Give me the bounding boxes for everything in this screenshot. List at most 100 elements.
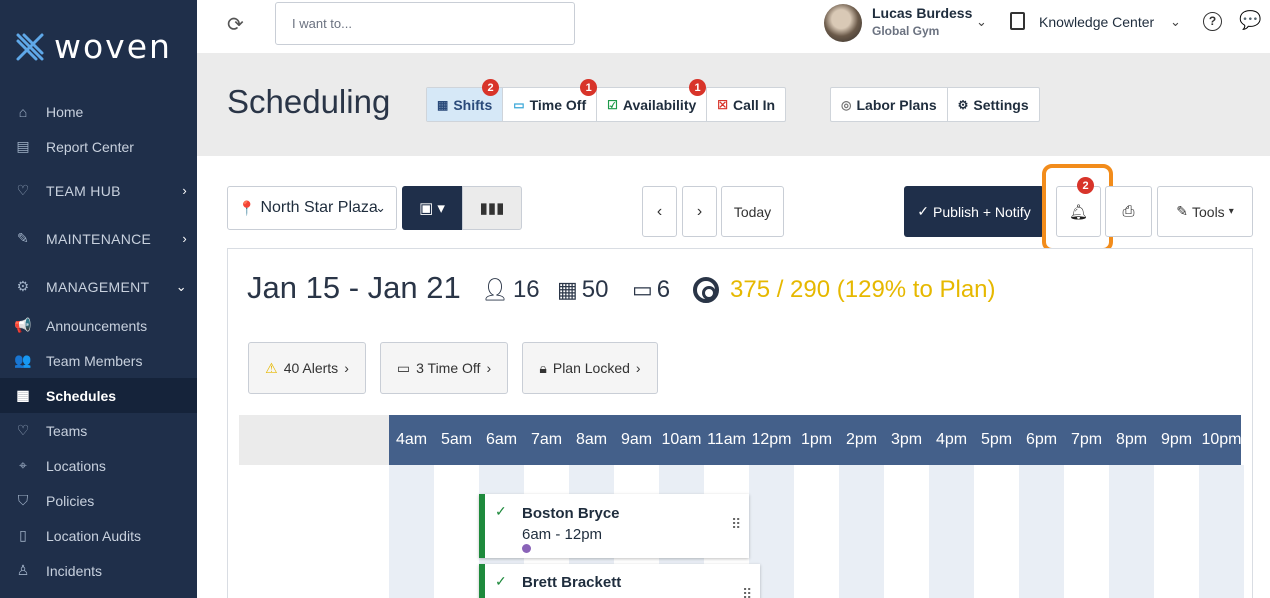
hour-label: 10am bbox=[661, 431, 702, 448]
sidebar-item-team-hub[interactable]: ♡ TEAM HUB › bbox=[0, 173, 197, 208]
heart-icon: ♡ bbox=[16, 422, 30, 438]
chevron-down-icon: ⌄ bbox=[175, 278, 187, 294]
help-icon[interactable]: ? bbox=[1203, 12, 1222, 31]
hour-column bbox=[1199, 465, 1244, 598]
calendar-check-icon: ☑ bbox=[607, 97, 618, 112]
location-select[interactable]: 📍 North Star Plaza ⌄ bbox=[227, 186, 397, 230]
today-button[interactable]: Today bbox=[721, 186, 784, 237]
check-icon: ✓ bbox=[495, 503, 507, 519]
calendar-view-button[interactable]: ▣ ▾ bbox=[402, 186, 462, 230]
person-alert-icon: ♙ bbox=[16, 562, 30, 578]
sidebar-item-teams[interactable]: ♡ Teams bbox=[0, 413, 197, 448]
day-count-value: 6 bbox=[656, 276, 671, 303]
notifications-button[interactable]: 🔔︎ bbox=[1056, 186, 1101, 237]
drag-handle-icon[interactable]: ⠿ bbox=[731, 517, 741, 531]
tab-availability[interactable]: ☑ Availability 1 bbox=[597, 79, 708, 121]
next-week-button[interactable]: › bbox=[682, 186, 717, 237]
bell-icon: 🔔︎ bbox=[1068, 203, 1089, 221]
time-off-badge: 1 bbox=[580, 79, 598, 96]
chevron-right-icon: › bbox=[696, 202, 703, 220]
shield-icon: ⛉ bbox=[17, 492, 29, 508]
sidebar-item-maintenance[interactable]: ✎ MAINTENANCE › bbox=[0, 221, 197, 256]
hour-label: 7am bbox=[530, 431, 563, 448]
calendar-icon: ▭ bbox=[632, 277, 653, 302]
sidebar-item-policies[interactable]: ⛉ Policies bbox=[0, 483, 197, 518]
publish-label: Publish + Notify bbox=[933, 203, 1031, 220]
chevron-right-icon: › bbox=[635, 360, 641, 376]
search-input[interactable] bbox=[275, 2, 575, 45]
plan-locked-chip[interactable]: 🔒︎ Plan Locked › bbox=[522, 342, 658, 394]
hour-label: 6pm bbox=[1025, 431, 1058, 448]
hour-label: 11am bbox=[707, 431, 746, 448]
calendar-x-icon: ☒ bbox=[717, 97, 729, 112]
knowledge-center-link[interactable]: Knowledge Center bbox=[1039, 14, 1154, 30]
settings-tabs: ◎ Labor Plans ⚙ Settings bbox=[830, 87, 1040, 122]
tab-label: Time Off bbox=[529, 96, 587, 113]
chat-icon[interactable]: 💬 bbox=[1239, 10, 1261, 31]
sidebar-item-management[interactable]: ⚙ MANAGEMENT ⌄ bbox=[0, 269, 197, 304]
tools-button[interactable]: ✎ Tools ▾ bbox=[1157, 186, 1253, 237]
target-icon: ◎ bbox=[841, 97, 852, 112]
sidebar-item-announcements[interactable]: 📢 Announcements bbox=[0, 308, 197, 343]
hour-column bbox=[1154, 465, 1199, 598]
tab-settings[interactable]: ⚙ Settings bbox=[948, 88, 1039, 121]
target-icon bbox=[693, 277, 719, 303]
sidebar-item-location-audits[interactable]: ▯ Location Audits bbox=[0, 518, 197, 553]
sidebar-item-home[interactable]: ⌂ Home bbox=[0, 94, 197, 129]
shift-card[interactable]: ✓ Boston Bryce 6am - 12pm ⠿ bbox=[479, 494, 749, 558]
drag-handle-icon[interactable]: ⠿ bbox=[742, 587, 752, 598]
refresh-icon[interactable]: ⟳ bbox=[227, 12, 244, 37]
user-name[interactable]: Lucas Burdess bbox=[872, 5, 972, 21]
sidebar-item-locations[interactable]: ⌖ Locations bbox=[0, 448, 197, 483]
publish-notify-button[interactable]: ✓ Publish + Notify bbox=[904, 186, 1044, 237]
shift-card[interactable]: ✓ Brett Brackett ⠿ bbox=[479, 564, 760, 598]
hour-label: 9pm bbox=[1160, 431, 1193, 448]
tab-time-off[interactable]: ▭ Time Off 1 bbox=[503, 79, 598, 121]
woven-logo[interactable]: woven bbox=[14, 27, 172, 66]
plan-summary[interactable]: 375 / 290 (129% to Plan) bbox=[730, 276, 996, 304]
sidebar-item-label: Location Audits bbox=[46, 527, 141, 544]
hour-label: 1pm bbox=[800, 431, 833, 448]
pin-icon: ⌖ bbox=[19, 457, 27, 473]
sidebar-item-incidents[interactable]: ♙ Incidents bbox=[0, 553, 197, 588]
shift-time: 6am - 12pm bbox=[522, 526, 603, 543]
notifications-badge: 2 bbox=[1077, 177, 1094, 194]
chevron-down-icon[interactable]: ⌄ bbox=[976, 14, 987, 30]
shifts-badge: 2 bbox=[482, 79, 499, 96]
hour-label: 8pm bbox=[1115, 431, 1148, 448]
alerts-chip[interactable]: ⚠ 40 Alerts › bbox=[248, 342, 366, 394]
print-button[interactable]: ⎙ bbox=[1105, 186, 1152, 237]
hour-label: 6am bbox=[485, 431, 518, 448]
hour-label: 4am bbox=[395, 431, 428, 448]
check-icon: ✓ bbox=[917, 203, 930, 219]
chevron-right-icon: › bbox=[182, 231, 187, 246]
people-count-value: 16 bbox=[512, 276, 540, 303]
today-label: Today bbox=[733, 203, 772, 220]
megaphone-icon: 📢 bbox=[14, 317, 32, 333]
timeline-header: 4am 5am 6am 7am 8am 9am 10am 11am 12pm 1pm 2pm 3pm 4… bbox=[389, 415, 1242, 465]
avatar[interactable] bbox=[824, 4, 862, 42]
users-icon: 👥 bbox=[14, 352, 32, 368]
sidebar-item-label: MANAGEMENT bbox=[46, 278, 150, 295]
tab-shifts[interactable]: ▦ Shifts 2 bbox=[427, 79, 504, 121]
hour-label: 4pm bbox=[935, 431, 968, 448]
chevron-down-icon[interactable]: ⌄ bbox=[1170, 14, 1181, 30]
sidebar-item-label: TEAM HUB bbox=[46, 182, 121, 199]
chart-view-button[interactable]: ▮▮▮ bbox=[462, 186, 522, 230]
hour-column bbox=[1064, 465, 1109, 598]
sidebar-item-team-members[interactable]: 👥 Team Members bbox=[0, 343, 197, 378]
sidebar: woven ⌂ Home ▤ Report Center ♡ TEAM HUB … bbox=[0, 0, 197, 598]
tab-labor-plans[interactable]: ◎ Labor Plans bbox=[831, 88, 948, 121]
availability-badge: 1 bbox=[689, 79, 707, 96]
time-off-chip[interactable]: ▭ 3 Time Off › bbox=[380, 342, 508, 394]
wrench-icon: ✎ bbox=[16, 230, 30, 246]
hour-label: 5pm bbox=[980, 431, 1013, 448]
prev-week-button[interactable]: ‹ bbox=[642, 186, 677, 237]
sidebar-item-report-center[interactable]: ▤ Report Center bbox=[0, 129, 197, 164]
sidebar-item-label: Report Center bbox=[46, 138, 134, 155]
lock-icon: 🔒︎ bbox=[539, 359, 547, 376]
tab-call-in[interactable]: ☒ Call In bbox=[707, 88, 785, 121]
sidebar-item-schedules[interactable]: ▦ Schedules bbox=[0, 378, 197, 413]
hour-label: 7pm bbox=[1070, 431, 1103, 448]
sidebar-item-label: Locations bbox=[46, 457, 106, 474]
